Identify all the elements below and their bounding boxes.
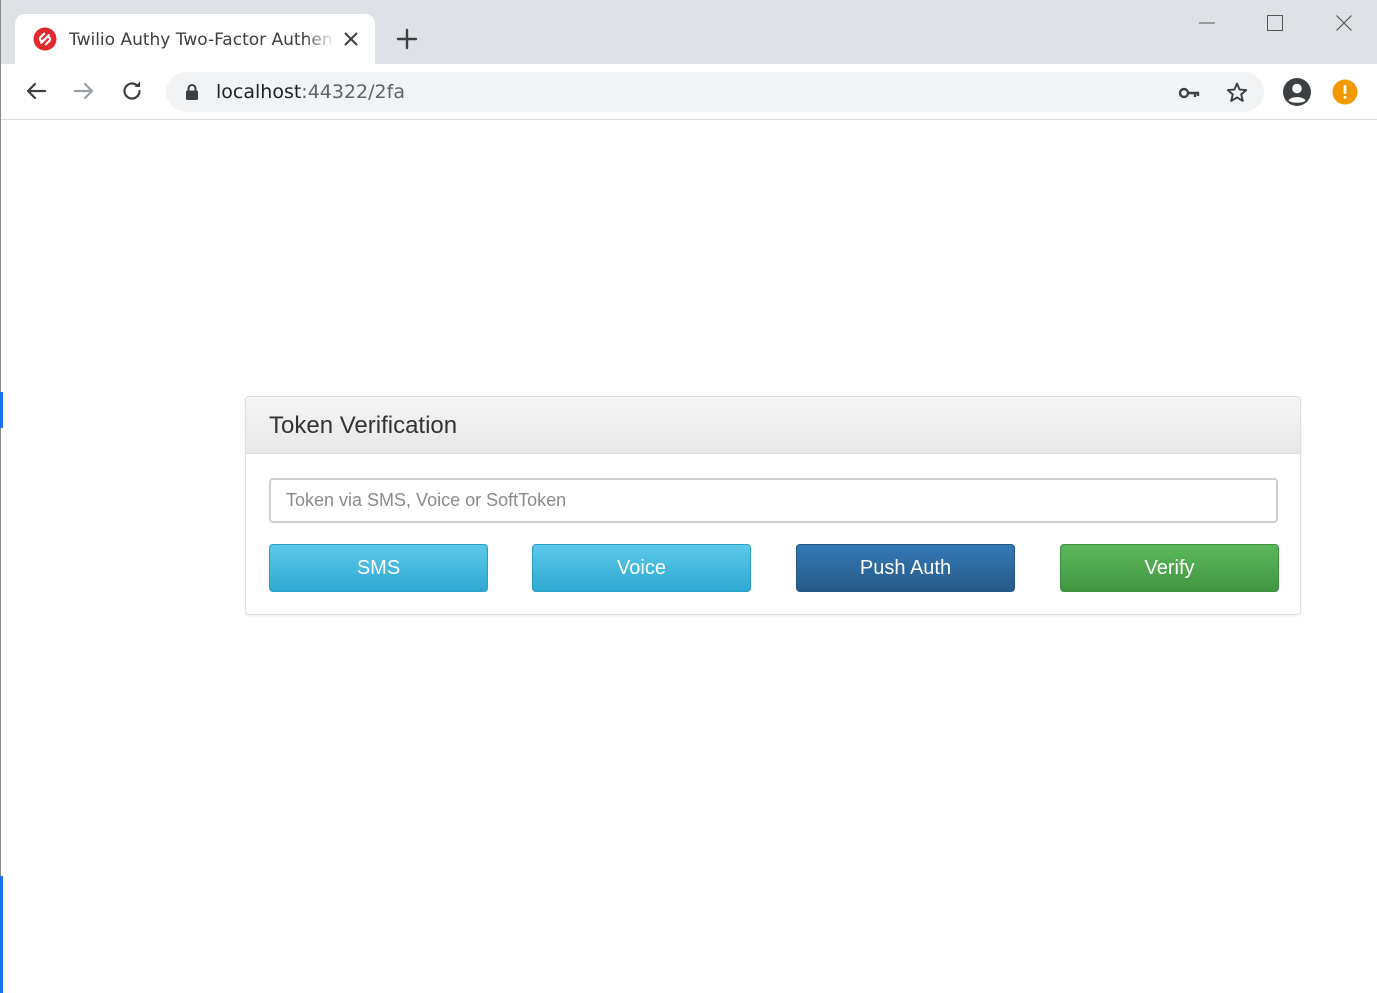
browser-window: Twilio Authy Two-Factor Authentication [0, 0, 1377, 993]
window-edge-accent [0, 876, 3, 993]
panel-title: Token Verification [269, 412, 458, 439]
close-tab-icon[interactable] [339, 27, 363, 51]
key-icon[interactable] [1176, 80, 1202, 106]
arrow-left-icon[interactable] [21, 76, 51, 106]
panel-heading: Token Verification [246, 397, 1300, 454]
verify-button[interactable]: Verify [1060, 544, 1279, 592]
url-host: localhost [216, 81, 302, 103]
token-input[interactable] [269, 478, 1278, 523]
authy-icon [33, 27, 57, 51]
reload-icon[interactable] [117, 76, 147, 106]
lock-icon[interactable] [182, 82, 202, 102]
tab-title: Twilio Authy Two-Factor Authentication [69, 30, 331, 50]
address-bar[interactable]: localhost:44322/2fa [166, 72, 1264, 112]
close-icon[interactable] [1329, 8, 1359, 38]
plus-icon[interactable] [393, 25, 421, 53]
tab-title-fade [305, 26, 335, 54]
minimize-icon[interactable] [1192, 8, 1222, 38]
tab-strip: Twilio Authy Two-Factor Authentication [1, 0, 1377, 64]
alert-icon[interactable] [1329, 76, 1361, 108]
url-path: :44322/2fa [301, 81, 405, 103]
voice-button[interactable]: Voice [532, 544, 751, 592]
browser-tab-active[interactable]: Twilio Authy Two-Factor Authentication [15, 14, 375, 64]
page-content: Token Verification SMS Voice Push Auth V… [1, 120, 1377, 993]
address-url: localhost:44322/2fa [216, 81, 405, 103]
browser-toolbar: localhost:44322/2fa [1, 64, 1377, 120]
star-icon[interactable] [1224, 80, 1250, 106]
sms-button[interactable]: SMS [269, 544, 488, 592]
token-verification-panel: Token Verification SMS Voice Push Auth V… [245, 396, 1301, 615]
account-circle-icon[interactable] [1281, 76, 1313, 108]
maximize-icon[interactable] [1260, 8, 1290, 38]
push-auth-button[interactable]: Push Auth [796, 544, 1015, 592]
window-edge-accent [0, 392, 3, 428]
arrow-right-icon[interactable] [69, 76, 99, 106]
